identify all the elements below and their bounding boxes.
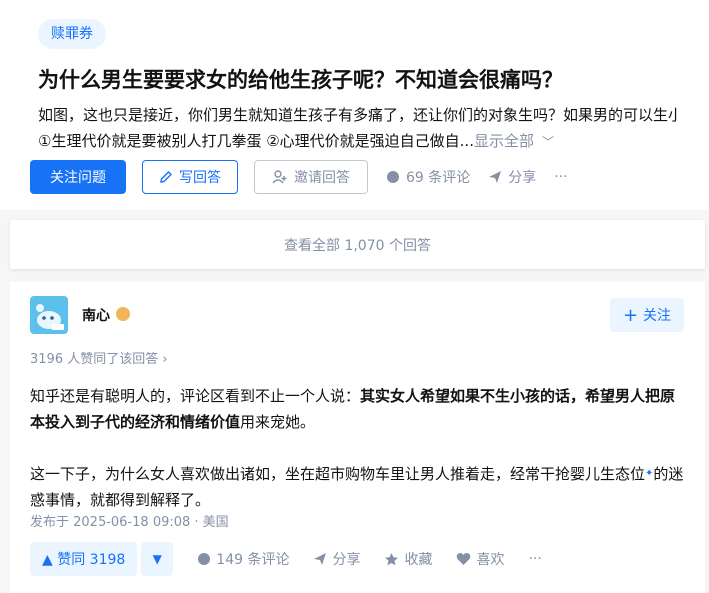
answer-share-label: 分享 (332, 552, 361, 568)
question-title[interactable]: 为什么男生要要求女的给他生孩子呢？不知道会很痛吗？ (38, 64, 563, 96)
invite-user-icon (272, 170, 287, 184)
invite-answer-button[interactable]: 邀请回答 (254, 160, 368, 194)
p2-text: 这一下子，为什么女人喜欢做出诸如，坐在超市购物车里让男人推着走，经常干抢婴儿生态… (30, 465, 646, 483)
show-all-link[interactable]: 显示全部 (474, 132, 534, 150)
follow-author-label: 关注 (643, 308, 672, 324)
view-all-answers[interactable]: 查看全部 1,070 个回答 (10, 220, 705, 269)
vote-up-button[interactable]: ▲ 赞同 3198 (30, 542, 138, 576)
question-detail-text: ①生理代价就是要被别人打几拳蛋 ②心理代价就是强迫自己做自... (38, 132, 474, 150)
question-detail: 如图，这也只是接近，你们男生就知道生孩子有多痛了，还让你们的对象生吗？如果男的可… (38, 102, 678, 154)
question-comments-button[interactable]: 69 条评论 (386, 167, 470, 187)
question-detail-line1: 如图，这也只是接近，你们男生就知道生孩子有多痛了，还让你们的对象生吗？如果男的可… (38, 106, 678, 124)
answer-comments-label: 149 条评论 (216, 552, 290, 568)
badge-icon (116, 307, 130, 321)
star-icon (385, 552, 399, 565)
p1-tail: 用来宠她。 (240, 413, 316, 431)
collect-label: 收藏 (404, 552, 433, 568)
pencil-icon (160, 171, 172, 183)
question-share-button[interactable]: 分享 (488, 167, 536, 187)
question-comments-label: 69 条评论 (406, 170, 471, 186)
answer-comments-button[interactable]: 149 条评论 (197, 549, 289, 569)
question-card: 赎罪券 为什么男生要要求女的给他生孩子呢？不知道会很痛吗？ 如图，这也只是接近，… (0, 0, 709, 210)
answer-actions: ▲ 赞同 3198 ▼ 149 条评论 分享 收藏 喜欢 ··· (30, 542, 542, 576)
invite-answer-label: 邀请回答 (294, 170, 350, 186)
topic-tag[interactable]: 赎罪券 (38, 19, 106, 49)
comment-icon (387, 171, 399, 183)
p1-plain: 知乎还是有聪明人的，评论区看到不止一个人说： (30, 387, 361, 405)
answer-paragraph-1: 知乎还是有聪明人的，评论区看到不止一个人说：其实女人希望如果不生小孩的话，希望男… (30, 383, 690, 435)
share-icon (489, 171, 502, 183)
answer-card: 南心 + 关注 3196 人赞同了该回答 › 知乎还是有聪明人的，评论区看到不止… (10, 282, 705, 593)
answer-share-button[interactable]: 分享 (313, 549, 360, 569)
follow-question-button[interactable]: 关注问题 (30, 160, 126, 194)
author-name[interactable]: 南心 (82, 305, 110, 325)
avatar[interactable] (30, 296, 68, 334)
chevron-down-icon[interactable]: ﹀ (542, 129, 554, 154)
like-label: 喜欢 (476, 552, 505, 568)
answer-paragraph-2: 这一下子，为什么女人喜欢做出诸如，坐在超市购物车里让男人推着走，经常干抢婴儿生态… (30, 461, 690, 513)
answer-more-button[interactable]: ··· (528, 551, 541, 567)
question-share-label: 分享 (508, 170, 537, 186)
heart-icon (457, 553, 471, 565)
like-button[interactable]: 喜欢 (456, 549, 504, 569)
publish-time[interactable]: 发布于 2025-06-18 09:08 · 美国 (30, 511, 229, 530)
vote-info[interactable]: 3196 人赞同了该回答 › (30, 348, 168, 367)
question-detail-line2: ①生理代价就是要被别人打几拳蛋 ②心理代价就是强迫自己做自...显示全部 ﹀ (38, 128, 678, 154)
collect-button[interactable]: 收藏 (384, 549, 432, 569)
question-more-button[interactable]: ··· (554, 169, 567, 185)
question-actions: 关注问题 写回答 邀请回答 69 条评论 分享 ··· (30, 160, 568, 194)
follow-author-button[interactable]: + 关注 (610, 298, 684, 332)
plus-icon: + (622, 304, 639, 326)
share-icon (314, 553, 327, 565)
comment-icon (198, 553, 211, 565)
vote-down-button[interactable]: ▼ (141, 542, 174, 576)
write-answer-button[interactable]: 写回答 (142, 160, 238, 194)
write-answer-label: 写回答 (179, 170, 221, 186)
